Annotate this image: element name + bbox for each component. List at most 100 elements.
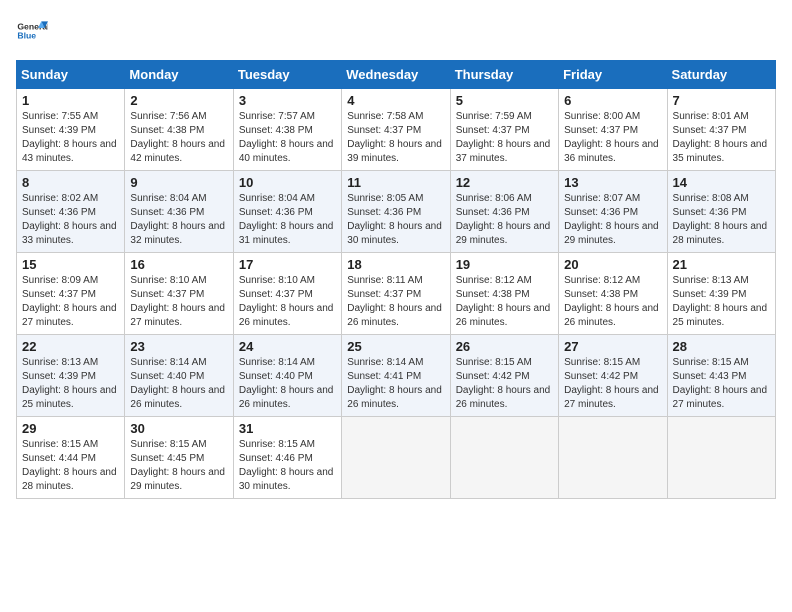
day-number: 28 [673, 339, 770, 354]
calendar-cell [667, 417, 775, 499]
calendar-cell: 9 Sunrise: 8:04 AMSunset: 4:36 PMDayligh… [125, 171, 233, 253]
svg-text:Blue: Blue [17, 31, 36, 41]
day-number: 4 [347, 93, 444, 108]
day-number: 5 [456, 93, 553, 108]
day-number: 22 [22, 339, 119, 354]
day-number: 8 [22, 175, 119, 190]
calendar-header-tuesday: Tuesday [233, 61, 341, 89]
day-number: 31 [239, 421, 336, 436]
day-info: Sunrise: 8:06 AMSunset: 4:36 PMDaylight:… [456, 192, 553, 248]
calendar-cell: 22 Sunrise: 8:13 AMSunset: 4:39 PMDaylig… [17, 335, 125, 417]
day-info: Sunrise: 8:14 AMSunset: 4:40 PMDaylight:… [239, 356, 336, 412]
calendar-header-monday: Monday [125, 61, 233, 89]
calendar-cell [559, 417, 667, 499]
day-number: 30 [130, 421, 227, 436]
calendar-cell: 24 Sunrise: 8:14 AMSunset: 4:40 PMDaylig… [233, 335, 341, 417]
calendar-header-saturday: Saturday [667, 61, 775, 89]
calendar-cell: 5 Sunrise: 7:59 AMSunset: 4:37 PMDayligh… [450, 89, 558, 171]
day-info: Sunrise: 7:55 AMSunset: 4:39 PMDaylight:… [22, 110, 119, 166]
day-number: 27 [564, 339, 661, 354]
calendar-cell: 21 Sunrise: 8:13 AMSunset: 4:39 PMDaylig… [667, 253, 775, 335]
day-info: Sunrise: 8:10 AMSunset: 4:37 PMDaylight:… [239, 274, 336, 330]
calendar-cell: 1 Sunrise: 7:55 AMSunset: 4:39 PMDayligh… [17, 89, 125, 171]
day-info: Sunrise: 8:13 AMSunset: 4:39 PMDaylight:… [22, 356, 119, 412]
calendar-cell: 16 Sunrise: 8:10 AMSunset: 4:37 PMDaylig… [125, 253, 233, 335]
day-info: Sunrise: 7:59 AMSunset: 4:37 PMDaylight:… [456, 110, 553, 166]
day-info: Sunrise: 8:12 AMSunset: 4:38 PMDaylight:… [456, 274, 553, 330]
day-number: 26 [456, 339, 553, 354]
logo: General Blue [16, 16, 48, 48]
day-number: 7 [673, 93, 770, 108]
calendar-cell: 31 Sunrise: 8:15 AMSunset: 4:46 PMDaylig… [233, 417, 341, 499]
calendar-cell: 8 Sunrise: 8:02 AMSunset: 4:36 PMDayligh… [17, 171, 125, 253]
calendar-cell: 20 Sunrise: 8:12 AMSunset: 4:38 PMDaylig… [559, 253, 667, 335]
calendar-cell: 14 Sunrise: 8:08 AMSunset: 4:36 PMDaylig… [667, 171, 775, 253]
calendar-cell: 2 Sunrise: 7:56 AMSunset: 4:38 PMDayligh… [125, 89, 233, 171]
day-number: 3 [239, 93, 336, 108]
day-info: Sunrise: 8:02 AMSunset: 4:36 PMDaylight:… [22, 192, 119, 248]
day-number: 21 [673, 257, 770, 272]
calendar-week-row: 1 Sunrise: 7:55 AMSunset: 4:39 PMDayligh… [17, 89, 776, 171]
day-info: Sunrise: 8:15 AMSunset: 4:46 PMDaylight:… [239, 438, 336, 494]
calendar-cell: 28 Sunrise: 8:15 AMSunset: 4:43 PMDaylig… [667, 335, 775, 417]
day-number: 13 [564, 175, 661, 190]
calendar-cell: 6 Sunrise: 8:00 AMSunset: 4:37 PMDayligh… [559, 89, 667, 171]
page-header: General Blue [16, 16, 776, 48]
day-number: 14 [673, 175, 770, 190]
day-info: Sunrise: 8:15 AMSunset: 4:44 PMDaylight:… [22, 438, 119, 494]
day-number: 6 [564, 93, 661, 108]
day-info: Sunrise: 8:08 AMSunset: 4:36 PMDaylight:… [673, 192, 770, 248]
calendar-header-thursday: Thursday [450, 61, 558, 89]
day-number: 1 [22, 93, 119, 108]
day-info: Sunrise: 8:11 AMSunset: 4:37 PMDaylight:… [347, 274, 444, 330]
calendar-header-sunday: Sunday [17, 61, 125, 89]
day-number: 25 [347, 339, 444, 354]
day-info: Sunrise: 8:15 AMSunset: 4:42 PMDaylight:… [564, 356, 661, 412]
calendar-cell: 29 Sunrise: 8:15 AMSunset: 4:44 PMDaylig… [17, 417, 125, 499]
day-number: 11 [347, 175, 444, 190]
day-number: 12 [456, 175, 553, 190]
calendar-week-row: 8 Sunrise: 8:02 AMSunset: 4:36 PMDayligh… [17, 171, 776, 253]
day-number: 17 [239, 257, 336, 272]
calendar-cell: 3 Sunrise: 7:57 AMSunset: 4:38 PMDayligh… [233, 89, 341, 171]
day-info: Sunrise: 8:07 AMSunset: 4:36 PMDaylight:… [564, 192, 661, 248]
calendar-cell: 17 Sunrise: 8:10 AMSunset: 4:37 PMDaylig… [233, 253, 341, 335]
day-info: Sunrise: 8:12 AMSunset: 4:38 PMDaylight:… [564, 274, 661, 330]
calendar-cell: 23 Sunrise: 8:14 AMSunset: 4:40 PMDaylig… [125, 335, 233, 417]
day-info: Sunrise: 8:15 AMSunset: 4:43 PMDaylight:… [673, 356, 770, 412]
calendar-week-row: 22 Sunrise: 8:13 AMSunset: 4:39 PMDaylig… [17, 335, 776, 417]
day-number: 20 [564, 257, 661, 272]
day-info: Sunrise: 8:09 AMSunset: 4:37 PMDaylight:… [22, 274, 119, 330]
day-info: Sunrise: 7:58 AMSunset: 4:37 PMDaylight:… [347, 110, 444, 166]
day-number: 2 [130, 93, 227, 108]
day-number: 16 [130, 257, 227, 272]
calendar-cell: 12 Sunrise: 8:06 AMSunset: 4:36 PMDaylig… [450, 171, 558, 253]
day-info: Sunrise: 8:01 AMSunset: 4:37 PMDaylight:… [673, 110, 770, 166]
calendar-cell: 19 Sunrise: 8:12 AMSunset: 4:38 PMDaylig… [450, 253, 558, 335]
day-info: Sunrise: 8:10 AMSunset: 4:37 PMDaylight:… [130, 274, 227, 330]
calendar-table: SundayMondayTuesdayWednesdayThursdayFrid… [16, 60, 776, 499]
day-info: Sunrise: 7:57 AMSunset: 4:38 PMDaylight:… [239, 110, 336, 166]
day-info: Sunrise: 8:13 AMSunset: 4:39 PMDaylight:… [673, 274, 770, 330]
calendar-cell: 27 Sunrise: 8:15 AMSunset: 4:42 PMDaylig… [559, 335, 667, 417]
day-info: Sunrise: 8:15 AMSunset: 4:42 PMDaylight:… [456, 356, 553, 412]
calendar-cell: 7 Sunrise: 8:01 AMSunset: 4:37 PMDayligh… [667, 89, 775, 171]
calendar-cell: 30 Sunrise: 8:15 AMSunset: 4:45 PMDaylig… [125, 417, 233, 499]
day-info: Sunrise: 8:04 AMSunset: 4:36 PMDaylight:… [239, 192, 336, 248]
calendar-cell: 13 Sunrise: 8:07 AMSunset: 4:36 PMDaylig… [559, 171, 667, 253]
logo-icon: General Blue [16, 16, 48, 48]
calendar-cell [342, 417, 450, 499]
calendar-week-row: 29 Sunrise: 8:15 AMSunset: 4:44 PMDaylig… [17, 417, 776, 499]
calendar-header-row: SundayMondayTuesdayWednesdayThursdayFrid… [17, 61, 776, 89]
calendar-cell: 18 Sunrise: 8:11 AMSunset: 4:37 PMDaylig… [342, 253, 450, 335]
day-info: Sunrise: 8:15 AMSunset: 4:45 PMDaylight:… [130, 438, 227, 494]
calendar-cell: 25 Sunrise: 8:14 AMSunset: 4:41 PMDaylig… [342, 335, 450, 417]
day-number: 23 [130, 339, 227, 354]
day-info: Sunrise: 8:05 AMSunset: 4:36 PMDaylight:… [347, 192, 444, 248]
calendar-week-row: 15 Sunrise: 8:09 AMSunset: 4:37 PMDaylig… [17, 253, 776, 335]
calendar-cell: 4 Sunrise: 7:58 AMSunset: 4:37 PMDayligh… [342, 89, 450, 171]
calendar-header-wednesday: Wednesday [342, 61, 450, 89]
day-info: Sunrise: 8:14 AMSunset: 4:40 PMDaylight:… [130, 356, 227, 412]
calendar-cell: 15 Sunrise: 8:09 AMSunset: 4:37 PMDaylig… [17, 253, 125, 335]
day-info: Sunrise: 8:14 AMSunset: 4:41 PMDaylight:… [347, 356, 444, 412]
